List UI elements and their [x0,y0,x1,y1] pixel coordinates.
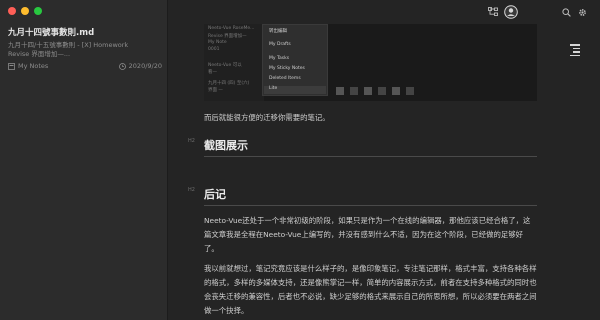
menu-item: My Drafts [269,42,291,47]
note-date-text: 2020/9/20 [128,62,162,70]
menu-item: 转出编辑 [269,29,287,34]
paragraph: 我以前就想过，笔记究竟应该是什么样子的，是像印象笔记，专注笔记那样，格式丰富，支… [204,264,537,315]
avatar-icon[interactable] [504,5,518,22]
zoom-button[interactable] [34,7,42,15]
sidebar: 九月十四號事數則.md 九月十四/十五號事數則 - [X] Homework R… [0,0,168,320]
screenshot-text: 九月十四 (四) 至(六) [208,81,250,86]
screenshot-context-menu: 转出编辑 My Drafts My Tasks My Sticky Notes … [262,24,328,96]
screenshot-text: Neeto-Vue 可以 [208,63,242,68]
screenshot-thumbnails [336,87,414,95]
search-icon[interactable] [562,8,571,20]
menu-item: Deleted Items [269,76,301,81]
note-title: 九月十四號事數則.md [8,28,95,38]
embedded-screenshot: Neeto-Vue RoseMe... Revise 界面增加— My Note… [204,24,537,101]
gear-icon[interactable] [578,8,587,20]
note-list-item[interactable]: 九月十四號事數則.md 九月十四/十五號事數則 - [X] Homework R… [8,26,162,70]
menu-item-selected: Lite [264,86,326,94]
paragraph: 而后就能很方便的迁移你需要的笔记。 [204,113,330,122]
close-button[interactable] [8,7,16,15]
note-excerpt-line: 九月十四/十五號事數則 - [X] Homework [8,41,129,49]
heading-marker: H2 [188,138,195,144]
screenshot-text: Neeto-Vue RoseMe... [208,26,255,31]
screenshot-text: My Note [208,40,227,45]
menu-item: My Sticky Notes [269,66,305,71]
outline-icon[interactable] [570,44,580,58]
clock-icon [118,62,126,70]
screenshot-text: Revise 界面增加— [208,34,247,39]
notebook-icon [8,62,15,70]
window-controls [8,7,42,15]
minimize-button[interactable] [21,7,29,15]
tree-icon[interactable] [488,7,498,20]
heading-marker: H2 [188,187,195,193]
heading-screenshots: 截图展示 [204,137,537,157]
screenshot-text: 0001 [208,47,220,52]
screenshot-note-list: Neeto-Vue RoseMe... Revise 界面增加— My Note… [204,24,264,101]
menu-item: My Tasks [269,56,290,61]
notebook-label: My Notes [8,62,48,70]
note-excerpt-line: Revise 界面增加—... [8,50,71,58]
heading-afterword: 后记 [204,186,537,206]
screenshot-text: 界面 — [208,88,223,93]
notebook-name: My Notes [18,62,49,70]
paragraph: Neeto-Vue还处于一个非常初级的阶段，如果只是作为一个在线的编辑器，那他应… [204,216,531,253]
note-meta: My Notes 2020/9/20 [8,62,162,70]
note-date: 2020/9/20 [118,62,162,70]
screenshot-text: 看— [208,70,217,75]
note-excerpt: 九月十四/十五號事數則 - [X] Homework Revise 界面增加—.… [8,41,162,59]
toolbar [168,0,600,24]
editor[interactable]: Neeto-Vue RoseMe... Revise 界面增加— My Note… [168,24,600,320]
